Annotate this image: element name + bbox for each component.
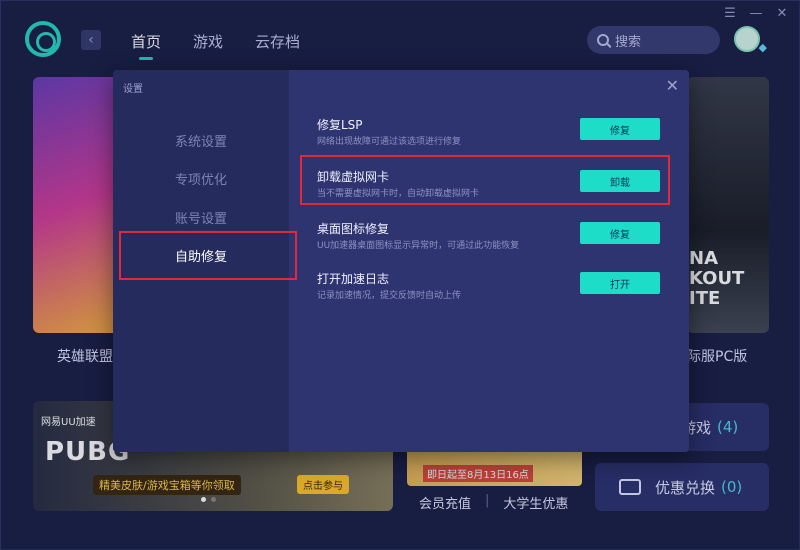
dialog-title: 设置 (123, 84, 143, 95)
item-desc: 记录加速情况，提交反馈时自动上传 (317, 291, 462, 301)
repair-lsp-button[interactable]: 修复 (580, 118, 660, 140)
list-item: 桌面图标修复 UU加速器桌面图标显示异常时，可通过此功能恢复 修复 (317, 220, 667, 260)
item-desc: UU加速器桌面图标显示异常时，可通过此功能恢复 (317, 241, 520, 251)
open-log-button[interactable]: 打开 (580, 272, 660, 294)
item-title: 打开加速日志 (317, 272, 390, 286)
sidebar-item-system-settings[interactable]: 系统设置 (113, 131, 289, 150)
highlight-box (300, 155, 670, 205)
list-item: 打开加速日志 记录加速情况，提交反馈时自动上传 打开 (317, 270, 667, 310)
highlight-box (119, 231, 297, 280)
list-item: 修复LSP 网络出现故障可通过该选项进行修复 修复 (317, 116, 667, 156)
item-title: 桌面图标修复 (317, 222, 390, 236)
repair-desktop-icon-button[interactable]: 修复 (580, 222, 660, 244)
item-title: 修复LSP (317, 118, 363, 132)
sidebar-item-account-settings[interactable]: 账号设置 (113, 208, 289, 227)
sidebar-item-optimization[interactable]: 专项优化 (113, 169, 289, 188)
app-window: ☰ — ✕ ‹ 首页 游戏 云存档 搜索 NA KOUT ITE 英雄联盟 际服… (0, 0, 800, 550)
close-icon[interactable]: ✕ (666, 76, 679, 95)
item-desc: 网络出现故障可通过该选项进行修复 (317, 137, 462, 147)
settings-content: ✕ 修复LSP 网络出现故障可通过该选项进行修复 修复 卸载虚拟网卡 当不需要虚… (289, 70, 689, 452)
